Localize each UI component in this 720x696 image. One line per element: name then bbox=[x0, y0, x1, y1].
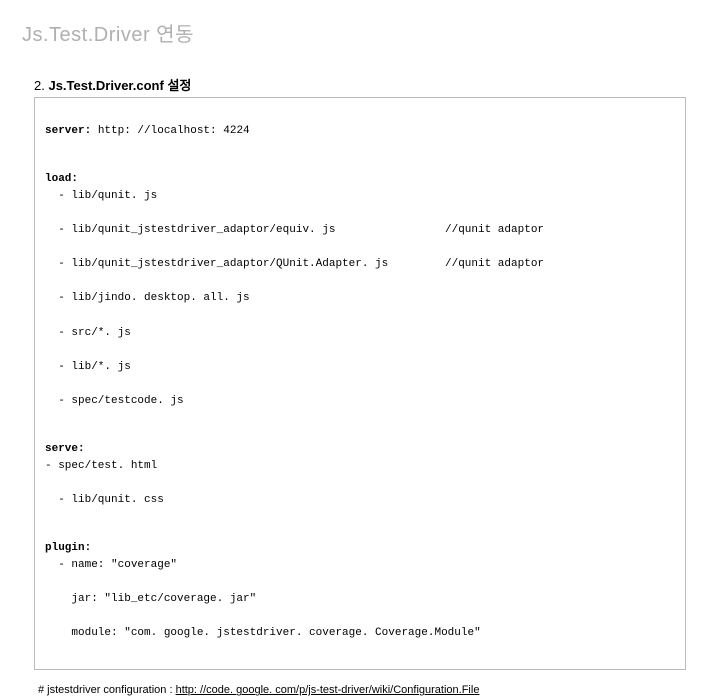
load-path: - lib/qunit_jstestdriver_adaptor/equiv. … bbox=[45, 222, 445, 239]
load-item: - lib/qunit_jstestdriver_adaptor/equiv. … bbox=[45, 222, 675, 239]
load-item: - lib/qunit_jstestdriver_adaptor/QUnit.A… bbox=[45, 256, 675, 273]
plugin-line: module: "com. google. jstestdriver. cove… bbox=[45, 625, 675, 642]
section-heading: 2. Js.Test.Driver.conf 설정 bbox=[34, 75, 698, 94]
footnote-prefix: # jstestdriver configuration : bbox=[38, 684, 176, 696]
load-block: load: - lib/qunit. js - lib/qunit_jstest… bbox=[45, 171, 675, 410]
serve-block: serve: - spec/test. html - lib/qunit. cs… bbox=[45, 441, 675, 509]
config-code-box: server: http: //localhost: 4224 load: - … bbox=[34, 97, 686, 670]
page-title: Js.Test.Driver 연동 bbox=[22, 18, 698, 47]
load-path: - spec/testcode. js bbox=[45, 393, 445, 410]
load-item: - lib/*. js bbox=[45, 359, 675, 376]
load-comment: //qunit adaptor bbox=[445, 256, 544, 273]
plugin-line: jar: "lib_etc/coverage. jar" bbox=[45, 591, 675, 608]
section-label: Js.Test.Driver.conf 설정 bbox=[48, 78, 191, 93]
load-path: - lib/*. js bbox=[45, 359, 445, 376]
footnote: # jstestdriver configuration : http: //c… bbox=[38, 684, 698, 696]
load-path: - src/*. js bbox=[45, 325, 445, 342]
load-item: - lib/jindo. desktop. all. js bbox=[45, 290, 675, 307]
serve-key: serve: bbox=[45, 443, 85, 455]
load-comment: //qunit adaptor bbox=[445, 222, 544, 239]
server-key: server: bbox=[45, 125, 91, 137]
footnote-link[interactable]: http: //code. google. com/p/js-test-driv… bbox=[176, 684, 480, 696]
load-path: - lib/jindo. desktop. all. js bbox=[45, 290, 445, 307]
plugin-block: plugin: - name: "coverage" jar: "lib_etc… bbox=[45, 540, 675, 642]
server-block: server: http: //localhost: 4224 bbox=[45, 123, 675, 140]
load-path: - lib/qunit_jstestdriver_adaptor/QUnit.A… bbox=[45, 256, 445, 273]
plugin-key: plugin: bbox=[45, 542, 91, 554]
load-item: - spec/testcode. js bbox=[45, 393, 675, 410]
load-item: - lib/qunit. js bbox=[45, 188, 675, 205]
plugin-line: - name: "coverage" bbox=[45, 557, 675, 574]
server-value: http: //localhost: 4224 bbox=[91, 125, 249, 137]
serve-item: - lib/qunit. css bbox=[45, 492, 675, 509]
load-key: load: bbox=[45, 173, 78, 185]
section-number: 2. bbox=[34, 78, 45, 93]
serve-item: - spec/test. html bbox=[45, 458, 675, 475]
load-path: - lib/qunit. js bbox=[45, 188, 445, 205]
load-item: - src/*. js bbox=[45, 325, 675, 342]
